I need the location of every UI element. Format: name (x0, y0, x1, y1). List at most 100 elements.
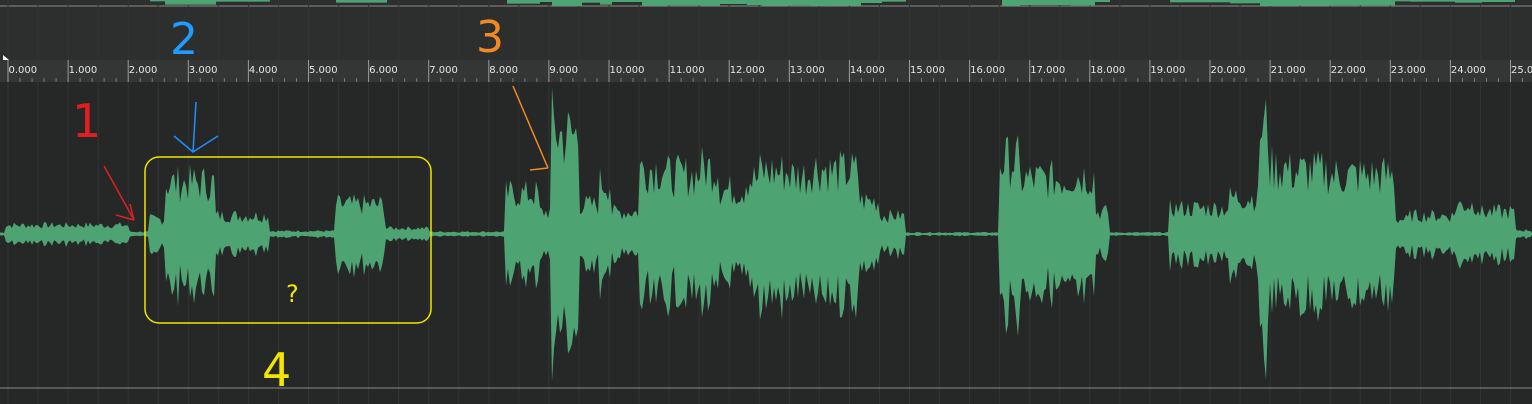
overview-bar (1260, 0, 1263, 6)
overview-bar (1095, 0, 1098, 2)
overview-bar (771, 0, 774, 6)
overview-bar (570, 0, 573, 6)
overview-bar (804, 0, 807, 6)
overview-bar (876, 0, 879, 3)
overview-bar (1455, 0, 1458, 3)
overview-bar (522, 0, 525, 4)
overview-bar (213, 0, 216, 5)
overview-bar (1449, 0, 1452, 2)
overview-bar (1230, 0, 1233, 4)
overview-bar (636, 0, 639, 2)
overview-bar (582, 0, 585, 3)
overview-bar (384, 0, 387, 3)
overview-bar (621, 0, 624, 2)
overview-bar (1086, 0, 1089, 6)
overview-bar (1314, 0, 1317, 6)
overview-bar (615, 0, 618, 2)
overview-bar (1284, 0, 1287, 6)
overview-bar (591, 0, 594, 3)
waveform-pane[interactable]: 1 ? 4 (0, 82, 1532, 404)
overview-bar (786, 0, 789, 6)
overview-bar (348, 0, 351, 3)
overview-bar (756, 0, 759, 5)
overview-bar (1068, 0, 1071, 5)
overview-bar (369, 0, 372, 3)
ruler-label: 25.00 (1511, 65, 1532, 76)
overview-bar (1053, 0, 1056, 5)
overview-bar (543, 0, 546, 2)
overview-bar (552, 0, 555, 6)
overview-bar (225, 0, 228, 2)
overview-bar (1236, 0, 1239, 4)
overview-bar (807, 0, 810, 6)
overview-bar (1476, 0, 1479, 3)
overview-bar (1062, 0, 1065, 5)
waveform-shape (0, 87, 1532, 382)
overview-bar (1440, 0, 1443, 2)
overview-bar (729, 0, 732, 4)
time-ruler[interactable]: 0.000 1.000 2.000 3.000 4.000 5.000 6.000 7.000… (0, 60, 1532, 82)
overview-bar (810, 0, 813, 6)
overview-bar (1512, 0, 1515, 2)
overview-bar (1467, 0, 1470, 3)
overview-bar (1002, 0, 1005, 6)
overview-bar (654, 0, 657, 6)
overview-bar (375, 0, 378, 3)
overview-bar (1479, 0, 1482, 3)
ruler-label: 18.000 (1090, 65, 1126, 76)
overview-bar (1203, 0, 1206, 3)
annotation-1: 1 (72, 94, 101, 148)
overview-bar (1362, 0, 1365, 6)
overview-bar (768, 0, 771, 6)
overview-bar (1017, 0, 1020, 6)
overview-bar (1011, 0, 1014, 6)
red-arrow-icon (103, 165, 135, 221)
overview-bar (606, 0, 609, 5)
overview-bar (1209, 0, 1212, 3)
overview-bar (1008, 0, 1011, 6)
overview-strip[interactable]: 2 3 (0, 0, 1532, 60)
overview-bar (1170, 0, 1173, 3)
overview-bar (1503, 0, 1506, 2)
overview-bar (549, 0, 552, 2)
overview-bar (1341, 0, 1344, 6)
overview-bar (357, 0, 360, 3)
overview-bar (1332, 0, 1335, 6)
overview-bar (1245, 0, 1248, 4)
overview-bar (585, 0, 588, 3)
overview-bar (345, 0, 348, 3)
overview-bar (1359, 0, 1362, 6)
overview-bar (381, 0, 384, 3)
overview-bar (603, 0, 606, 5)
overview-bar (678, 0, 681, 6)
overview-bar (1182, 0, 1185, 3)
overview-bar (681, 0, 684, 6)
overview-bar (1206, 0, 1209, 3)
overview-bar (855, 0, 858, 6)
overview-bar (813, 0, 816, 6)
overview-bar (783, 0, 786, 6)
overview-bar (723, 0, 726, 4)
overview-bar (231, 0, 234, 2)
overview-bar (1278, 0, 1281, 6)
overview-bar (762, 0, 765, 6)
overview-bar (798, 0, 801, 6)
overview-bar (252, 0, 255, 2)
overview-bar (759, 0, 762, 5)
overview-bar (861, 0, 864, 3)
overview-bar (1458, 0, 1461, 3)
overview-bar (1326, 0, 1329, 6)
overview-bar (1389, 0, 1392, 6)
overview-bar (1005, 0, 1008, 6)
overview-bar (1413, 0, 1416, 2)
overview-bar (747, 0, 750, 5)
overview-bar (663, 0, 666, 6)
overview-bar (1290, 0, 1293, 6)
overview-bar (816, 0, 819, 6)
overview-bar (828, 0, 831, 6)
overview-bar (564, 0, 567, 6)
waveform (0, 87, 1532, 382)
overview-bar (378, 0, 381, 3)
overview-bar (168, 0, 171, 5)
overview-bar (1368, 0, 1371, 6)
